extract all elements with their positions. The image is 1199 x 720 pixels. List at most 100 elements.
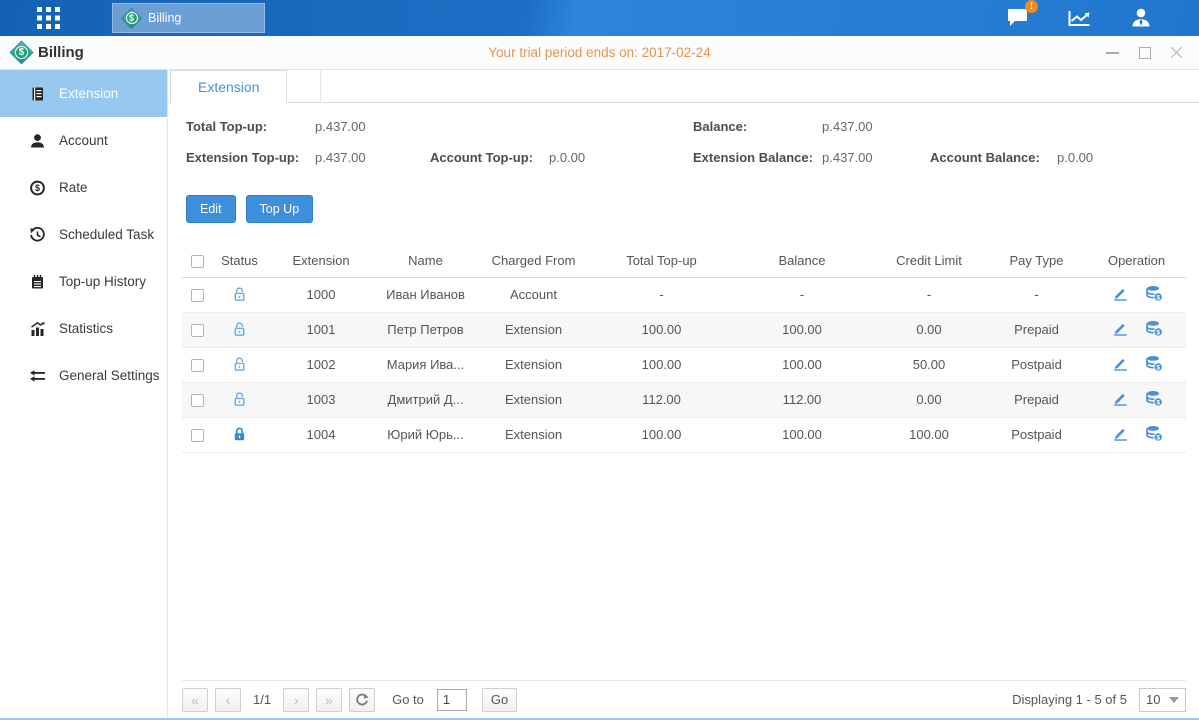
sidebar-item-topup-history[interactable]: Top-up History [0,258,167,305]
extension-balance-label: Extension Balance: [693,150,813,165]
sidebar-item-statistics[interactable]: Statistics [0,305,167,352]
account-topup-label: Account Top-up: [430,150,533,165]
line-chart-icon[interactable] [1067,8,1092,29]
select-all-checkbox[interactable] [191,255,204,268]
prev-page-button[interactable]: ‹ [215,688,241,712]
refresh-button[interactable] [349,688,375,712]
cell-total-topup: 100.00 [591,417,732,452]
edit-row-icon[interactable] [1111,389,1129,407]
col-pay-type: Pay Type [986,245,1087,277]
sidebar-item-label: Statistics [59,321,113,336]
topup-row-icon[interactable]: $ [1145,320,1163,337]
account-balance-label: Account Balance: [930,150,1040,165]
col-status: Status [212,245,267,277]
col-charged-from: Charged From [476,245,591,277]
refresh-icon [355,693,369,707]
close-icon[interactable] [1170,46,1183,59]
last-page-button[interactable]: » [316,688,342,712]
chevron-down-icon [1169,697,1179,703]
sidebar-item-general-settings[interactable]: General Settings [0,352,167,399]
cell-pay-type: Prepaid [986,312,1087,347]
sidebar-item-label: Rate [59,180,88,195]
cell-extension: 1003 [267,382,375,417]
maximize-icon[interactable] [1138,46,1151,59]
cell-balance: 100.00 [732,417,872,452]
edit-row-icon[interactable] [1111,319,1129,337]
trial-notice: Your trial period ends on: 2017-02-24 [488,36,710,69]
go-button[interactable]: Go [482,688,517,712]
edit-button[interactable]: Edit [186,195,236,223]
row-checkbox[interactable] [191,429,204,442]
cell-balance: 100.00 [732,312,872,347]
pagination-bar: « ‹ 1/1 › » Go to Go Displaying 1 - 5 of… [182,680,1186,718]
svg-text:$: $ [1156,364,1160,371]
first-page-button[interactable]: « [182,688,208,712]
action-buttons: Edit Top Up [186,195,313,223]
taskbar-tab-billing[interactable]: $ Billing [112,3,265,33]
cell-credit-limit: 100.00 [872,417,986,452]
cell-name: Мария Ива... [375,347,476,382]
row-checkbox[interactable] [191,324,204,337]
sidebar-item-label: Scheduled Task [59,227,154,242]
cell-name: Юрий Юрь... [375,417,476,452]
user-icon[interactable] [1129,6,1153,30]
tab-strip: Extension [168,70,1199,103]
top-bar: $ Billing ! [0,0,1199,36]
row-checkbox[interactable] [191,359,204,372]
window-title-group: $ Billing [13,36,84,69]
extensions-table: Status Extension Name Charged From Total… [182,245,1186,453]
notification-badge: ! [1025,0,1038,13]
cell-balance: 100.00 [732,347,872,382]
goto-page-input[interactable] [437,689,467,711]
col-balance: Balance [732,245,872,277]
extension-topup-value: p.437.00 [315,150,366,165]
sidebar-item-scheduled-task[interactable]: Scheduled Task [0,211,167,258]
pager: « ‹ 1/1 › » Go to Go [182,688,517,712]
minimize-icon[interactable] [1106,46,1119,59]
row-checkbox[interactable] [191,289,204,302]
balance-label: Balance: [693,119,747,134]
sidebar-item-extension[interactable]: Extension [0,70,167,117]
topup-row-icon[interactable]: $ [1145,390,1163,407]
svg-text:$: $ [1156,434,1160,441]
topup-row-icon[interactable]: $ [1145,355,1163,372]
page-size-select[interactable]: 10 [1139,688,1186,712]
topbar-right-icons: ! [1007,0,1153,36]
sidebar-item-rate[interactable]: $ Rate [0,164,167,211]
history-clock-icon [29,227,46,243]
topup-button[interactable]: Top Up [246,195,314,223]
cell-extension: 1000 [267,277,375,312]
double-arrows-icon [29,368,46,384]
row-checkbox[interactable] [191,394,204,407]
sidebar-item-label: Top-up History [59,274,146,289]
cell-name: Петр Петров [375,312,476,347]
svg-text:$: $ [1156,399,1160,406]
chat-icon[interactable]: ! [1007,7,1030,29]
page-size-value: 10 [1146,692,1160,707]
summary-panel: Total Top-up: p.437.00 Balance: p.437.00… [168,119,1199,185]
main-panel: Extension Total Top-up: p.437.00 Balance… [168,70,1199,718]
next-page-button[interactable]: › [283,688,309,712]
ledger-icon [29,86,46,102]
cell-charged-from: Extension [476,417,591,452]
svg-text:$: $ [35,183,40,193]
cell-extension: 1001 [267,312,375,347]
cell-pay-type: Postpaid [986,417,1087,452]
table-row: 1003Дмитрий Д...Extension112.00112.000.0… [182,382,1186,417]
tab-label: Extension [198,79,259,95]
edit-row-icon[interactable] [1111,354,1129,372]
edit-row-icon[interactable] [1111,284,1129,302]
window-title: Billing [38,44,84,61]
cell-extension: 1002 [267,347,375,382]
cell-name: Дмитрий Д... [375,382,476,417]
cell-balance: - [732,277,872,312]
sidebar-item-account[interactable]: Account [0,117,167,164]
taskbar-tab-label: Billing [148,11,181,25]
topup-row-icon[interactable]: $ [1145,285,1163,302]
edit-row-icon[interactable] [1111,424,1129,442]
cell-charged-from: Extension [476,382,591,417]
bar-chart-icon [29,321,46,337]
tab-extension[interactable]: Extension [170,70,287,104]
topup-row-icon[interactable]: $ [1145,425,1163,442]
app-grid-icon[interactable] [37,7,68,29]
